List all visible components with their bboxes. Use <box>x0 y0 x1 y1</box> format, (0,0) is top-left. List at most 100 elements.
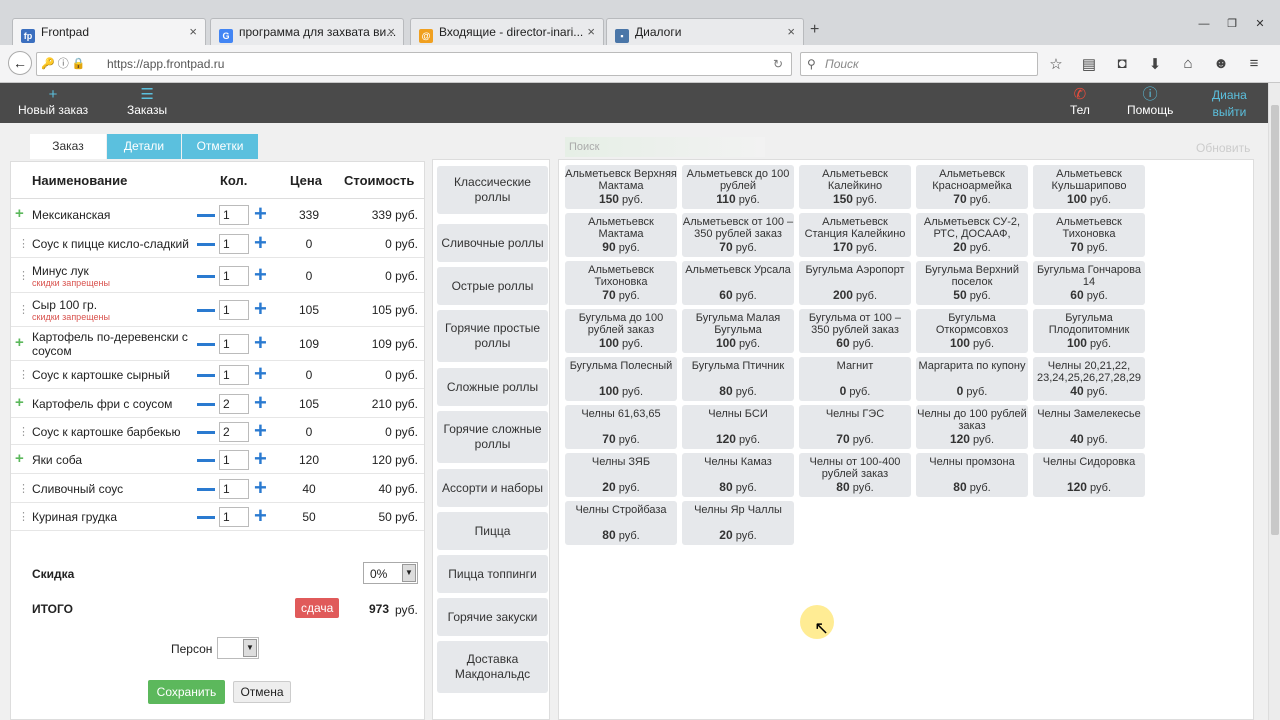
increase-qty-button[interactable]: + <box>254 298 267 320</box>
logout-link[interactable]: выйти <box>1212 105 1247 119</box>
reload-icon[interactable]: ↻ <box>773 53 783 75</box>
browser-tab[interactable]: fp Frontpad × <box>12 18 206 46</box>
product-tile[interactable]: Бугульма Аэропорт 200 руб. <box>799 261 911 305</box>
download-icon[interactable]: ⬇ <box>1145 55 1165 73</box>
tab-details[interactable]: Детали <box>107 134 181 159</box>
qty-input[interactable]: 1 <box>219 365 249 385</box>
new-tab-button[interactable]: + <box>810 21 819 39</box>
increase-qty-button[interactable]: + <box>254 505 267 527</box>
decrease-qty-button[interactable] <box>197 516 215 519</box>
product-tile[interactable]: Альметьевск Верхняя Мактама 150 руб. <box>565 165 677 209</box>
qty-input[interactable]: 1 <box>219 334 249 354</box>
qty-input[interactable]: 1 <box>219 449 249 470</box>
product-tile[interactable]: Альметьевск Урсала 60 руб. <box>682 261 794 305</box>
category-button[interactable]: Ассорти и наборы <box>437 469 548 507</box>
menu-icon[interactable]: ≡ <box>1244 55 1264 73</box>
chat-icon[interactable]: ☻ <box>1211 55 1231 73</box>
product-tile[interactable]: Альметьевск Кульшарипово 100 руб. <box>1033 165 1145 209</box>
category-button[interactable]: Классические роллы <box>437 166 548 214</box>
decrease-qty-button[interactable] <box>197 430 215 434</box>
product-tile[interactable]: Челны Яр Чаллы 20 руб. <box>682 501 794 545</box>
site-info-icon[interactable]: 🔑 ⓘ 🔒 <box>41 53 86 75</box>
product-tile[interactable]: Бугульма до 100 рублей заказ 100 руб. <box>565 309 677 353</box>
increase-qty-button[interactable]: + <box>254 363 267 385</box>
product-tile[interactable]: Челны 20,21,22, 23,24,25,26,27,28,29 40 р… <box>1033 357 1145 401</box>
increase-qty-button[interactable]: + <box>254 231 267 253</box>
decrease-qty-button[interactable] <box>197 458 215 462</box>
product-tile[interactable]: Бугульма Плодопитомник 100 руб. <box>1033 309 1145 353</box>
product-tile[interactable]: Бугульма от 100 – 350 рублей заказ 60 руб… <box>799 309 911 353</box>
product-tile[interactable]: Альметьевск СУ-2, РТС, ДОСААФ, 20 руб. <box>916 213 1028 257</box>
category-button[interactable]: Горячие закуски <box>437 598 548 636</box>
product-tile[interactable]: Альметьевск Мактама 90 руб. <box>565 213 677 257</box>
qty-input[interactable]: 1 <box>219 478 249 499</box>
address-bar[interactable]: 🔑 ⓘ 🔒 https://app.frontpad.ru ↻ <box>36 52 792 76</box>
expand-icon[interactable]: + <box>15 394 24 411</box>
close-tab-icon[interactable]: × <box>787 24 795 39</box>
product-tile[interactable]: Челны Стройбаза 80 руб. <box>565 501 677 545</box>
browser-tab[interactable]: ▪ Диалоги × <box>606 18 804 46</box>
qty-input[interactable]: 1 <box>219 233 249 254</box>
qty-input[interactable]: 1 <box>219 204 249 225</box>
save-button[interactable]: Сохранить <box>148 680 225 704</box>
user-menu[interactable]: Диана выйти <box>1212 88 1247 119</box>
qty-input[interactable]: 1 <box>219 300 249 320</box>
persons-select[interactable]: ▼ <box>217 637 259 659</box>
product-tile[interactable]: Бугульма Малая Бугульма 100 руб. <box>682 309 794 353</box>
decrease-qty-button[interactable] <box>197 213 215 217</box>
category-button[interactable]: Сложные роллы <box>437 368 548 406</box>
product-tile[interactable]: Челны Сидоровка 120 руб. <box>1033 453 1145 497</box>
increase-qty-button[interactable]: + <box>254 476 267 498</box>
expand-icon[interactable]: + <box>15 334 24 351</box>
close-tab-icon[interactable]: × <box>387 24 395 39</box>
restore-icon[interactable]: ❐ <box>1218 14 1246 34</box>
scrollbar-thumb[interactable] <box>1271 105 1279 535</box>
product-search-input[interactable]: Поиск <box>565 137 765 157</box>
product-tile[interactable]: Челны до 100 рублей заказ 120 руб. <box>916 405 1028 449</box>
product-tile[interactable]: Альметьевск Калейкино 150 руб. <box>799 165 911 209</box>
bookmark-star-icon[interactable]: ☆ <box>1046 55 1066 73</box>
decrease-qty-button[interactable] <box>197 343 215 346</box>
product-tile[interactable]: Бугульма Птичник 80 руб. <box>682 357 794 401</box>
minimize-icon[interactable]: — <box>1190 14 1218 34</box>
expand-icon[interactable]: + <box>15 205 24 222</box>
tel-button[interactable]: ✆ Тел <box>1070 87 1090 118</box>
qty-input[interactable]: 1 <box>219 507 249 527</box>
product-tile[interactable]: Бугульма Верхний поселок 50 руб. <box>916 261 1028 305</box>
close-window-icon[interactable]: ✕ <box>1246 14 1274 34</box>
product-tile[interactable]: Челны Замелекесье 40 руб. <box>1033 405 1145 449</box>
decrease-qty-button[interactable] <box>197 242 215 246</box>
product-tile[interactable]: Магнит 0 руб. <box>799 357 911 401</box>
qty-input[interactable]: 2 <box>219 421 249 442</box>
product-tile[interactable]: Челны ЗЯБ 20 руб. <box>565 453 677 497</box>
orders-button[interactable]: ☰ Заказы <box>127 87 167 118</box>
back-icon[interactable]: ← <box>8 51 32 75</box>
refresh-button[interactable]: Обновить <box>1196 141 1250 155</box>
decrease-qty-button[interactable] <box>197 374 215 377</box>
qty-input[interactable]: 1 <box>219 265 249 286</box>
product-tile[interactable]: Альметьевск от 100 – 350 рублей заказ 70 … <box>682 213 794 257</box>
product-tile[interactable]: Челны ГЭС 70 руб. <box>799 405 911 449</box>
home-icon[interactable]: ⌂ <box>1178 55 1198 73</box>
product-tile[interactable]: Бугульма Откормсовхоз 100 руб. <box>916 309 1028 353</box>
category-button[interactable]: Горячие простые роллы <box>437 310 548 362</box>
decrease-qty-button[interactable] <box>197 487 215 491</box>
increase-qty-button[interactable]: + <box>254 263 267 285</box>
browser-search-input[interactable]: ⚲ Поиск <box>800 52 1038 76</box>
increase-qty-button[interactable]: + <box>254 391 267 413</box>
pocket-icon[interactable]: ◘ <box>1112 55 1132 73</box>
decrease-qty-button[interactable] <box>197 274 215 278</box>
product-tile[interactable]: Альметьевск Станция Калейкино 170 руб. <box>799 213 911 257</box>
increase-qty-button[interactable]: + <box>254 332 267 354</box>
product-tile[interactable]: Бугульма Гончарова 14 60 руб. <box>1033 261 1145 305</box>
reading-list-icon[interactable]: ▤ <box>1079 55 1099 73</box>
decrease-qty-button[interactable] <box>197 309 215 312</box>
help-button[interactable]: ⓘ Помощь <box>1127 87 1173 118</box>
tab-order[interactable]: Заказ <box>30 134 106 159</box>
increase-qty-button[interactable]: + <box>254 202 267 224</box>
product-tile[interactable]: Челны 61,63,65 70 руб. <box>565 405 677 449</box>
category-button[interactable]: Острые роллы <box>437 267 548 305</box>
product-tile[interactable]: Челны от 100-400 рублей заказ 80 руб. <box>799 453 911 497</box>
close-tab-icon[interactable]: × <box>587 24 595 39</box>
increase-qty-button[interactable]: + <box>254 447 267 469</box>
